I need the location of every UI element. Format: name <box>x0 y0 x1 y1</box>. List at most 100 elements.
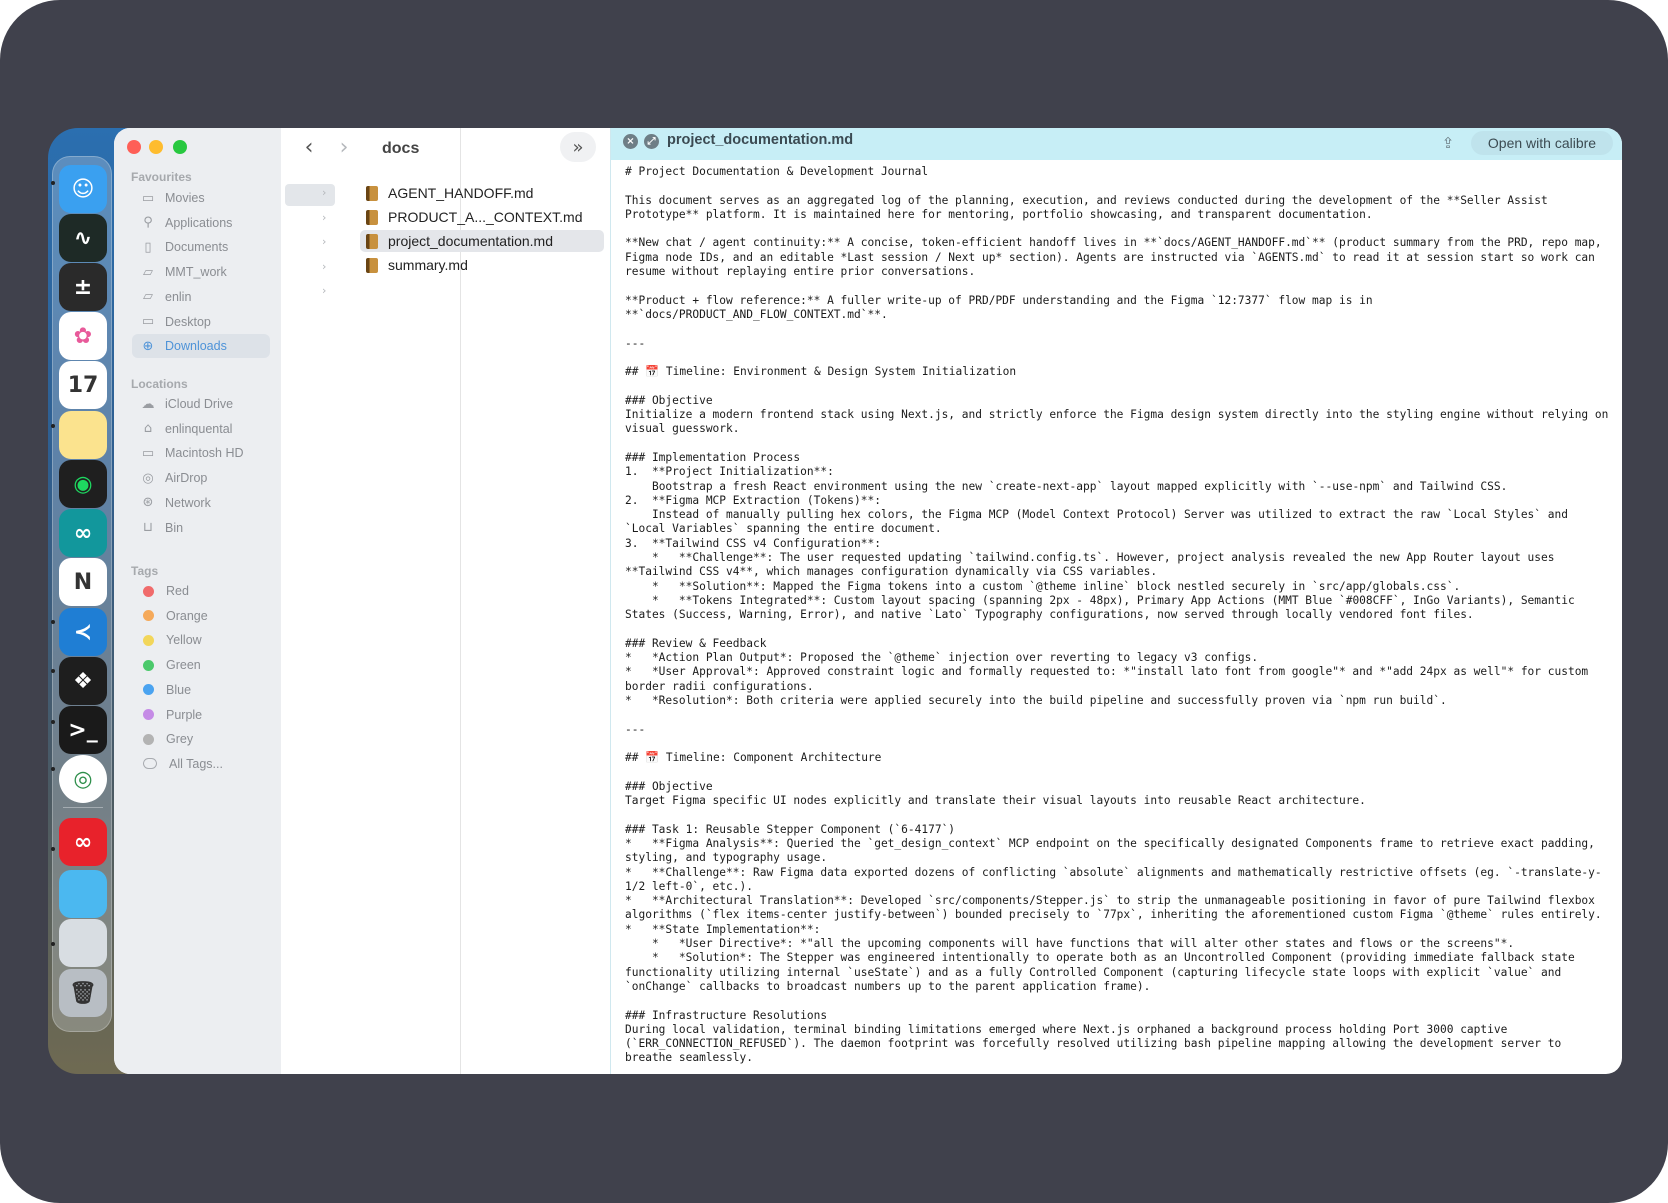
chevron-right-icon: › <box>322 186 327 199</box>
markdown-file-icon <box>366 257 378 273</box>
dock-notion-icon[interactable]: N <box>59 558 107 606</box>
tag-color-dot <box>143 659 154 671</box>
dock: ☺ ∿ ± ✿ 17 ◉ ∞ N ≺ ❖ >_ ◎ ∞ 🗑 <box>51 156 112 1032</box>
tag-label: Orange <box>166 608 208 623</box>
tag-color-dot <box>143 709 154 720</box>
tags-heading: Tags <box>131 564 159 578</box>
file-row[interactable]: AGENT_HANDOFF.md <box>360 182 604 204</box>
markdown-file-icon <box>366 209 378 225</box>
sidebar-item-downloads[interactable]: ⊕ Downloads <box>132 334 270 359</box>
dock-trash-icon[interactable]: 🗑 <box>59 969 107 1017</box>
selected-folder-row[interactable] <box>285 184 335 206</box>
dock-calendar-icon[interactable]: 17 <box>59 361 107 409</box>
dock-creative-cloud-icon[interactable]: ∞ <box>59 818 107 866</box>
tag-item-blue[interactable]: Blue <box>132 678 270 702</box>
film-icon: ▭ <box>141 190 155 206</box>
chevron-right-icon: › <box>322 210 327 224</box>
dock-figma-icon[interactable]: ❖ <box>59 657 107 705</box>
dock-finder-icon[interactable]: ☺ <box>59 165 107 213</box>
tag-item-orange[interactable]: Orange <box>132 604 270 628</box>
share-button[interactable]: ⇪ <box>1438 132 1458 154</box>
sidebar-item-label: Bin <box>165 520 184 535</box>
tag-label: Blue <box>166 682 192 697</box>
dock-photos-icon[interactable]: ✿ <box>59 312 107 360</box>
folder-icon: ▱ <box>143 264 153 280</box>
cloud-icon: ☁ <box>141 396 155 412</box>
dock-notes-icon[interactable] <box>59 411 107 459</box>
dock-chrome-icon[interactable]: ◎ <box>59 755 107 803</box>
dock-calculator-icon[interactable]: ± <box>59 263 107 311</box>
airdrop-icon: ◎ <box>142 470 154 486</box>
fullscreen-quicklook-button[interactable]: ⤢ <box>644 134 659 149</box>
file-name: summary.md <box>388 257 468 273</box>
tag-item-purple[interactable]: Purple <box>132 703 270 727</box>
sidebar-item-label: Desktop <box>165 314 211 329</box>
file-name: PRODUCT_A..._CONTEXT.md <box>388 209 583 225</box>
sidebar-item-airdrop[interactable]: ◎ AirDrop <box>132 466 270 490</box>
file-row[interactable]: PRODUCT_A..._CONTEXT.md <box>360 206 604 228</box>
more-toolbar-button[interactable]: » <box>560 132 596 162</box>
sidebar-item-desktop[interactable]: ▭ Desktop <box>132 310 270 334</box>
markdown-file-icon <box>366 185 378 201</box>
all-tags-icon <box>143 758 157 770</box>
chevron-left-icon: ‹ <box>304 134 314 160</box>
tag-item-yellow[interactable]: Yellow <box>132 628 270 652</box>
chevron-right-icon: › <box>322 284 327 297</box>
dock-spotify-icon[interactable]: ◉ <box>59 460 107 508</box>
sidebar-item-label: Applications <box>165 215 233 230</box>
back-button[interactable]: ‹ <box>292 132 326 162</box>
tag-label: Grey <box>166 732 194 747</box>
markdown-file-icon <box>366 233 378 249</box>
sidebar-item-label: iCloud Drive <box>165 397 234 411</box>
tag-item-grey[interactable]: Grey <box>132 727 270 751</box>
tag-item-all-tags-[interactable]: All Tags... <box>132 752 270 776</box>
disk-icon: ▭ <box>141 445 155 461</box>
close-icon: × <box>626 136 635 147</box>
sidebar-item-network[interactable]: ⊛ Network <box>132 491 270 515</box>
tag-item-green[interactable]: Green <box>132 653 270 677</box>
sidebar-item-icloud-drive[interactable]: ☁ iCloud Drive <box>132 392 270 416</box>
file-row[interactable]: project_documentation.md <box>360 230 604 252</box>
tag-color-dot <box>143 733 154 745</box>
double-chevron-icon: » <box>572 136 584 158</box>
open-with-button[interactable]: Open with calibre <box>1471 131 1613 155</box>
sidebar-item-label: Movies <box>165 191 205 205</box>
sidebar-item-label: enlinquental <box>165 421 233 436</box>
sidebar-item-macintosh-hd[interactable]: ▭ Macintosh HD <box>132 441 270 465</box>
sidebar-item-enlinquental[interactable]: ⌂ enlinquental <box>132 417 270 441</box>
close-quicklook-button[interactable]: × <box>623 134 638 149</box>
close-window-button[interactable] <box>127 140 141 154</box>
dock-separator <box>63 807 103 808</box>
desktop-icon: ▭ <box>141 314 155 329</box>
tag-label: All Tags... <box>169 756 223 771</box>
sidebar-item-applications[interactable]: ⚲ Applications <box>132 211 270 235</box>
dock-activity-monitor-icon[interactable]: ∿ <box>59 214 107 262</box>
sidebar-item-label: Downloads <box>165 339 227 354</box>
forward-button[interactable]: › <box>327 132 361 162</box>
tag-label: Green <box>166 658 201 673</box>
favourites-heading: Favourites <box>131 170 192 184</box>
dock-terminal-icon[interactable]: >_ <box>59 706 107 754</box>
screen-frame: ☺ ∿ ± ✿ 17 ◉ ∞ N ≺ ❖ >_ ◎ ∞ 🗑 Favourites ▭ Movies ⚲ Appl… <box>0 0 1668 1203</box>
tag-color-dot <box>143 634 154 646</box>
sidebar-item-enlin[interactable]: ▱ enlin <box>132 285 270 309</box>
sidebar-item-bin[interactable]: ⊔ Bin <box>132 516 270 540</box>
dock-arduino-icon[interactable]: ∞ <box>59 509 107 557</box>
sidebar-item-label: enlin <box>165 289 192 304</box>
zoom-window-button[interactable] <box>173 140 187 154</box>
tag-color-dot <box>143 684 154 696</box>
trash-icon: ⊔ <box>142 520 154 535</box>
tag-color-dot <box>143 585 154 597</box>
dock-downloads-folder-icon[interactable] <box>59 870 107 918</box>
file-row[interactable]: summary.md <box>360 254 604 276</box>
dock-preview-thumbnail-icon[interactable] <box>59 919 107 967</box>
sidebar-item-documents[interactable]: ▯ Documents <box>132 235 270 259</box>
minimize-window-button[interactable] <box>149 140 163 154</box>
dock-vscode-icon[interactable]: ≺ <box>59 608 107 656</box>
tag-item-red[interactable]: Red <box>132 579 270 603</box>
sidebar-item-label: Network <box>165 495 211 510</box>
sidebar-item-movies[interactable]: ▭ Movies <box>132 186 270 210</box>
sidebar-item-mmt-work[interactable]: ▱ MMT_work <box>132 260 270 284</box>
quicklook-filename: project_documentation.md <box>667 132 854 148</box>
running-app-indicator <box>51 620 55 624</box>
